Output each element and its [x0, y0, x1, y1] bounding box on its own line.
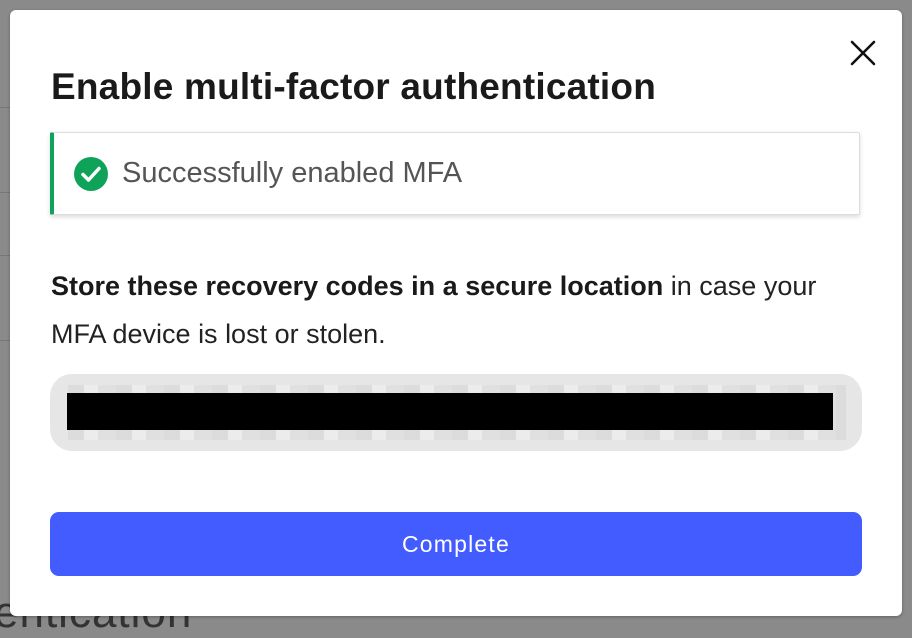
- recovery-instructions: Store these recovery codes in a secure l…: [51, 262, 871, 358]
- complete-button[interactable]: Complete: [50, 512, 862, 576]
- background-divider: [0, 255, 10, 256]
- background-divider: [0, 192, 10, 193]
- background-divider: [0, 107, 10, 108]
- recovery-codes-box: [50, 374, 862, 451]
- close-button[interactable]: [848, 38, 878, 68]
- background-divider: [0, 340, 10, 341]
- dialog-title: Enable multi-factor authentication: [51, 66, 657, 107]
- success-alert: Successfully enabled MFA: [50, 132, 860, 215]
- mfa-dialog: Enable multi-factor authentication Succe…: [10, 10, 902, 616]
- instructions-bold: Store these recovery codes in a secure l…: [51, 271, 664, 301]
- alert-message: Successfully enabled MFA: [122, 157, 463, 189]
- redaction-bar: [67, 393, 833, 430]
- check-circle-icon: [74, 156, 108, 191]
- close-icon: [850, 40, 876, 66]
